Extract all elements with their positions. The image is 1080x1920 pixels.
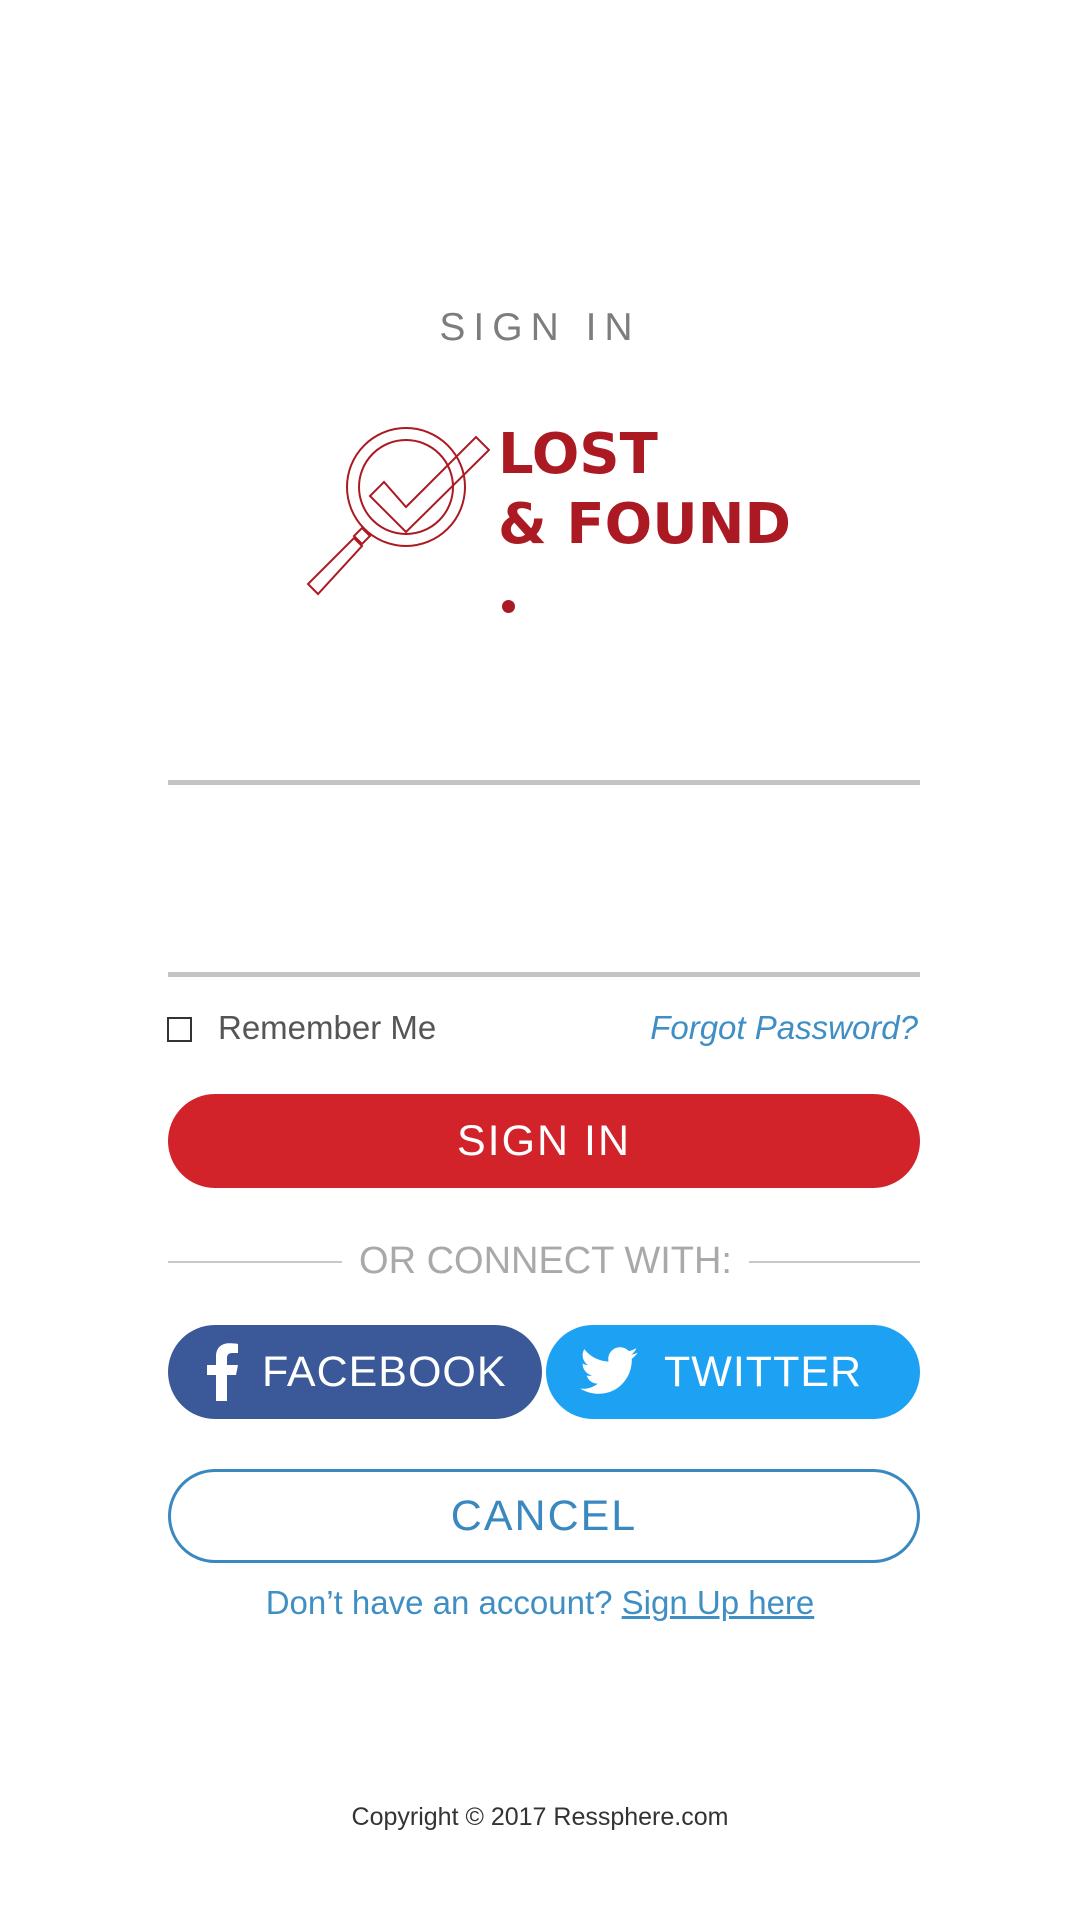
cancel-button[interactable]: CANCEL — [168, 1469, 920, 1563]
logo-line-2: & FOUND — [498, 492, 792, 557]
magnifier-check-icon — [306, 427, 490, 596]
forgot-password-link[interactable]: Forgot Password? — [650, 1006, 918, 1050]
logo-line-2-wrap: & FOUND — [498, 490, 800, 630]
remember-me-label[interactable]: Remember Me — [218, 1006, 436, 1050]
divider-right — [749, 1261, 920, 1263]
remember-me-checkbox[interactable] — [167, 1017, 192, 1042]
copyright-text: Copyright © 2017 Ressphere.com — [351, 1803, 729, 1831]
logo-wordmark: LOST & FOUND — [498, 420, 800, 630]
sign-in-button[interactable]: SIGN IN — [168, 1094, 920, 1188]
connect-divider-label: OR CONNECT WITH: — [359, 1240, 732, 1282]
signup-prompt: Don’t have an account? Sign Up here — [0, 1578, 1080, 1628]
facebook-icon — [207, 1343, 238, 1401]
logo-line-1: LOST — [498, 422, 658, 487]
twitter-button[interactable]: TWITTER — [546, 1325, 920, 1419]
twitter-icon — [580, 1347, 638, 1394]
username-field[interactable] — [168, 720, 920, 785]
facebook-button[interactable]: FACEBOOK — [168, 1325, 542, 1419]
sign-up-link[interactable]: Sign Up here — [622, 1584, 815, 1621]
signup-prompt-text: Don’t have an account? — [265, 1584, 622, 1621]
divider-left — [168, 1261, 342, 1263]
password-field[interactable] — [168, 912, 920, 977]
facebook-label: FACEBOOK — [262, 1348, 507, 1396]
app-logo: LOST & FOUND — [300, 420, 800, 613]
page-title: SIGN IN — [439, 306, 641, 349]
twitter-label: TWITTER — [664, 1348, 863, 1396]
logo-dot — [502, 600, 515, 613]
